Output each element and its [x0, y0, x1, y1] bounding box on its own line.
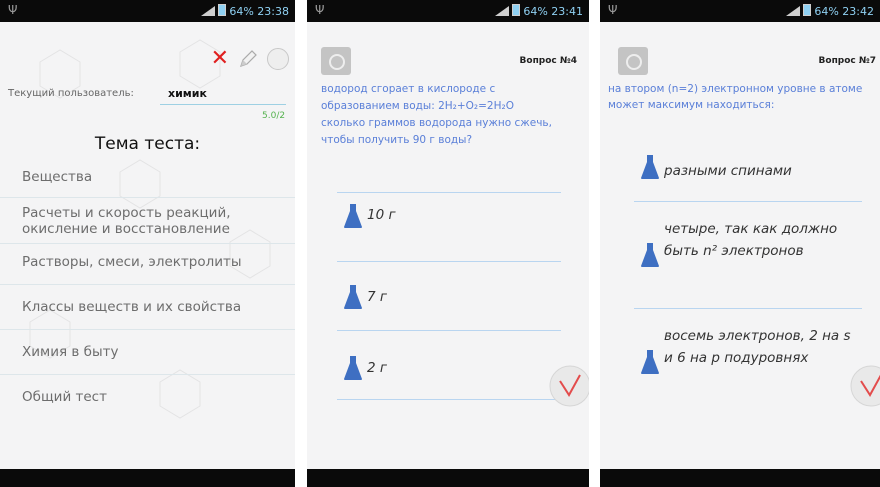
delete-icon[interactable]: ✕ — [211, 48, 229, 70]
answer-option[interactable]: разными спинами — [634, 150, 862, 202]
check-submit-icon[interactable] — [850, 365, 880, 407]
topic-item[interactable]: Растворы, смеси, электролиты — [0, 244, 295, 285]
question-number: Вопрос №4 — [519, 56, 577, 66]
answer-label: 7 г — [367, 289, 387, 305]
question-line: сколько граммов водорода нужно сжечь, чт… — [321, 117, 552, 146]
question-number: Вопрос №7 — [818, 56, 876, 66]
app-logo-icon — [321, 47, 351, 75]
flask-icon — [344, 285, 362, 309]
flask-icon — [344, 356, 362, 380]
usb-icon: Ψ — [8, 3, 18, 17]
answer-option[interactable]: восемь электронов, 2 на s и 6 на p подур… — [634, 309, 862, 399]
battery-icon — [803, 4, 812, 16]
answer-option[interactable]: четыре, так как должно быть n² электроно… — [634, 202, 862, 309]
answer-list: разными спинами четыре, так как должно б… — [634, 150, 862, 399]
flask-icon — [344, 204, 362, 228]
nav-bar — [0, 469, 295, 487]
answer-option[interactable]: 7 г — [337, 262, 561, 331]
topic-item[interactable]: Классы веществ и их свойства — [0, 285, 295, 330]
check-submit-icon[interactable] — [549, 365, 589, 407]
theme-title: Тема теста: — [94, 134, 201, 154]
topic-item[interactable]: Химия в быту — [0, 330, 295, 375]
battery-icon — [218, 4, 227, 16]
answer-label: 10 г — [367, 207, 396, 223]
score-label: 5.0/2 — [262, 111, 286, 121]
battery-icon — [512, 4, 521, 16]
flask-icon — [641, 155, 659, 179]
topic-item[interactable]: Расчеты и скорость реакций, окисление и … — [0, 198, 295, 244]
screen-topic-list: Ψ 64% 23:38 ✕ Текущий пользователь: хими… — [0, 0, 295, 487]
answer-option[interactable]: 2 г — [337, 331, 561, 400]
usb-icon: Ψ — [315, 3, 325, 17]
question-text: водород сгорает в кислороде с образовани… — [321, 81, 577, 149]
screen-question-4: Ψ 64% 23:41 Вопрос №4 водород сгорает в … — [307, 0, 589, 487]
current-user-row: Текущий пользователь: химик — [8, 87, 207, 100]
answer-label: восемь электронов, 2 на s и 6 на p подур… — [664, 328, 851, 366]
edit-pencil-icon[interactable] — [237, 48, 259, 70]
topic-item[interactable]: Общий тест — [0, 375, 295, 419]
status-bar: Ψ 64% 23:38 — [0, 0, 295, 22]
question-text: на втором (n=2) электронном уровне в ато… — [608, 83, 863, 111]
answer-list: 10 г 7 г 2 г — [337, 192, 561, 400]
flask-icon — [641, 243, 659, 267]
topic-list: Вещества Расчеты и скорость реакций, оки… — [0, 162, 295, 419]
flask-icon — [641, 350, 659, 374]
settings-icon[interactable] — [267, 48, 289, 70]
answer-label: четыре, так как должно быть n² электроно… — [664, 221, 838, 259]
app-logo-icon — [618, 47, 648, 75]
nav-bar — [600, 469, 880, 487]
nav-bar — [307, 469, 589, 487]
status-time: 64% 23:38 — [229, 5, 289, 18]
signal-icon — [786, 6, 801, 16]
answer-label: разными спинами — [664, 163, 792, 179]
screen-question-7: Ψ 64% 23:42 Вопрос №7 на втором (n=2) эл… — [600, 0, 880, 487]
signal-icon — [495, 6, 510, 16]
current-user-select[interactable]: химик — [168, 87, 207, 100]
answer-option[interactable]: 10 г — [337, 193, 561, 262]
question-line: водород сгорает в кислороде с образовани… — [321, 83, 514, 112]
status-bar: Ψ 64% 23:42 — [600, 0, 880, 22]
usb-icon: Ψ — [608, 3, 618, 17]
current-user-label: Текущий пользователь: — [8, 88, 134, 99]
status-time: 64% 23:42 — [814, 5, 874, 18]
answer-label: 2 г — [367, 360, 387, 376]
topic-item[interactable]: Вещества — [0, 162, 295, 198]
status-bar: Ψ 64% 23:41 — [307, 0, 589, 22]
top-toolbar: ✕ — [211, 48, 289, 70]
status-time: 64% 23:41 — [523, 5, 583, 18]
signal-icon — [201, 6, 216, 16]
user-select-underline — [160, 104, 286, 105]
